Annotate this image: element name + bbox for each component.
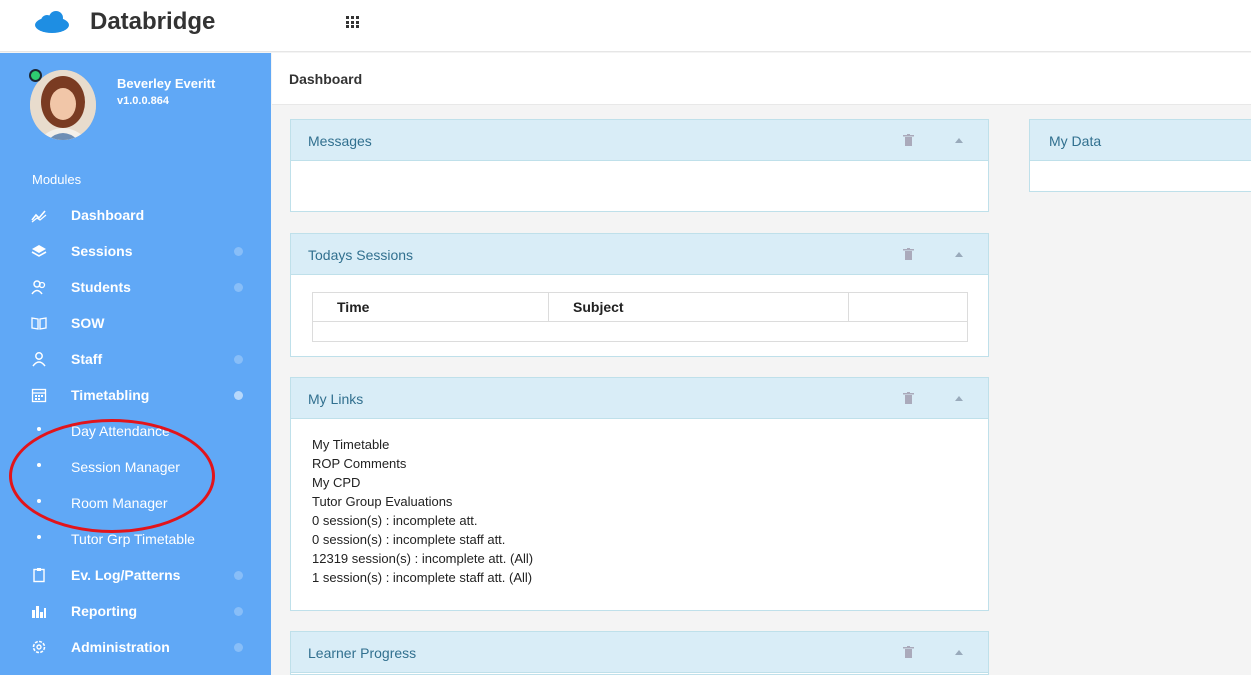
bullet <box>37 463 41 467</box>
avatar-portrait-icon <box>30 70 96 140</box>
user-name: Beverley Everitt <box>117 76 216 91</box>
expand-indicator <box>234 643 243 652</box>
sidebar-subitem-day-attendance[interactable]: Day Attendance <box>0 413 271 449</box>
bar-chart-icon <box>32 606 46 618</box>
column-header-empty <box>848 292 968 322</box>
page-title: Dashboard <box>289 71 363 87</box>
sidebar-item-ev-log-patterns[interactable]: Ev. Log/Patterns <box>0 557 271 593</box>
chart-line-icon <box>31 210 47 223</box>
link-my-timetable[interactable]: My Timetable <box>312 437 389 452</box>
sidebar-item-label: Timetabling <box>71 387 150 403</box>
apps-grid-icon[interactable] <box>346 16 360 28</box>
bullet <box>37 427 41 431</box>
sidebar: Beverley Everitt v1.0.0.864 Modules Dash… <box>0 53 271 675</box>
top-bar: Databridge <box>0 0 1251 52</box>
sidebar-item-timetabling[interactable]: Timetabling <box>0 377 271 413</box>
sidebar-item-label: SOW <box>71 315 105 331</box>
expand-indicator <box>234 283 243 292</box>
collapse-caret-icon[interactable] <box>955 650 963 655</box>
bullet <box>37 499 41 503</box>
sidebar-item-label: Reporting <box>71 603 138 619</box>
sidebar-item-reporting[interactable]: Reporting <box>0 593 271 629</box>
panel-header: My Data <box>1030 120 1251 161</box>
collapse-caret-icon[interactable] <box>955 252 963 257</box>
collapse-caret-icon[interactable] <box>955 138 963 143</box>
link-incomplete-att-all[interactable]: 12319 session(s) : incomplete att. (All) <box>312 551 533 566</box>
todays-sessions-panel: Todays Sessions Time Subject <box>290 233 989 357</box>
table-header-row: Time Subject <box>312 292 968 322</box>
clipboard-icon <box>33 568 45 583</box>
link-tutor-group-evaluations[interactable]: Tutor Group Evaluations <box>312 494 452 509</box>
online-status-dot <box>29 69 42 82</box>
sidebar-item-label: Staff <box>71 351 103 367</box>
page-header: Dashboard <box>272 53 1251 105</box>
expand-indicator <box>234 391 243 400</box>
trash-icon[interactable] <box>903 248 914 260</box>
link-my-cpd[interactable]: My CPD <box>312 475 360 490</box>
expand-indicator <box>234 247 243 256</box>
trash-icon[interactable] <box>903 134 914 146</box>
my-links-panel: My Links My Timetable ROP Comments My CP… <box>290 377 989 611</box>
sessions-table: Time Subject <box>312 292 968 342</box>
sidebar-item-sow[interactable]: SOW <box>0 305 271 341</box>
expand-indicator <box>234 355 243 364</box>
panel-title: My Links <box>308 391 364 407</box>
sidebar-item-label: Ev. Log/Patterns <box>71 567 181 583</box>
panel-title: Messages <box>308 133 372 149</box>
panel-title: My Data <box>1049 133 1102 149</box>
table-row <box>313 321 968 341</box>
sidebar-item-staff[interactable]: Staff <box>0 341 271 377</box>
column-header-subject[interactable]: Subject <box>548 292 849 322</box>
sidebar-item-dashboard[interactable]: Dashboard <box>0 197 271 233</box>
panel-header: My Links <box>291 378 988 419</box>
brand-name: Databridge <box>90 8 216 35</box>
link-incomplete-staff-att-all[interactable]: 1 session(s) : incomplete staff att. (Al… <box>312 570 532 585</box>
sidebar-item-label: Tutor Grp Timetable <box>71 531 195 547</box>
sidebar-subitem-session-manager[interactable]: Session Manager <box>0 449 271 485</box>
link-incomplete-att[interactable]: 0 session(s) : incomplete att. <box>312 513 477 528</box>
sidebar-item-label: Sessions <box>71 243 133 259</box>
sidebar-item-administration[interactable]: Administration <box>0 629 271 665</box>
sidebar-item-sessions[interactable]: Sessions <box>0 233 271 269</box>
calendar-icon <box>31 388 47 403</box>
sidebar-item-label: Day Attendance <box>71 423 170 439</box>
modules-heading: Modules <box>32 172 82 187</box>
sidebar-item-label: Session Manager <box>71 459 180 475</box>
expand-indicator <box>234 571 243 580</box>
cloud-logo-icon <box>35 11 69 33</box>
trash-icon[interactable] <box>903 392 914 404</box>
bullet <box>37 535 41 539</box>
book-icon <box>31 317 47 330</box>
messages-panel: Messages <box>290 119 989 212</box>
panel-title: Todays Sessions <box>308 247 414 263</box>
expand-indicator <box>234 607 243 616</box>
sidebar-subitem-tutor-grp-timetable[interactable]: Tutor Grp Timetable <box>0 521 271 557</box>
gear-icon <box>32 640 46 654</box>
link-incomplete-staff-att[interactable]: 0 session(s) : incomplete staff att. <box>312 532 505 547</box>
panel-title: Learner Progress <box>308 645 417 661</box>
sidebar-item-label: Students <box>71 279 131 295</box>
learner-progress-panel: Learner Progress <box>290 631 989 675</box>
sidebar-item-students[interactable]: Students <box>0 269 271 305</box>
collapse-caret-icon[interactable] <box>955 396 963 401</box>
column-header-time[interactable]: Time <box>312 292 549 322</box>
my-data-panel: My Data <box>1029 119 1251 192</box>
panel-header: Learner Progress <box>291 632 988 673</box>
user-icon <box>32 352 46 367</box>
sidebar-subitem-room-manager[interactable]: Room Manager <box>0 485 271 521</box>
users-icon <box>31 280 46 295</box>
sidebar-item-label: Dashboard <box>71 207 145 223</box>
trash-icon[interactable] <box>903 646 914 658</box>
link-rop-comments[interactable]: ROP Comments <box>312 456 406 471</box>
layers-icon <box>31 245 47 257</box>
avatar[interactable] <box>30 70 96 140</box>
panel-header: Messages <box>291 120 988 161</box>
panel-header: Todays Sessions <box>291 234 988 275</box>
app-version: v1.0.0.864 <box>117 95 169 107</box>
sidebar-item-label: Room Manager <box>71 495 168 511</box>
sidebar-item-label: Administration <box>71 639 170 655</box>
